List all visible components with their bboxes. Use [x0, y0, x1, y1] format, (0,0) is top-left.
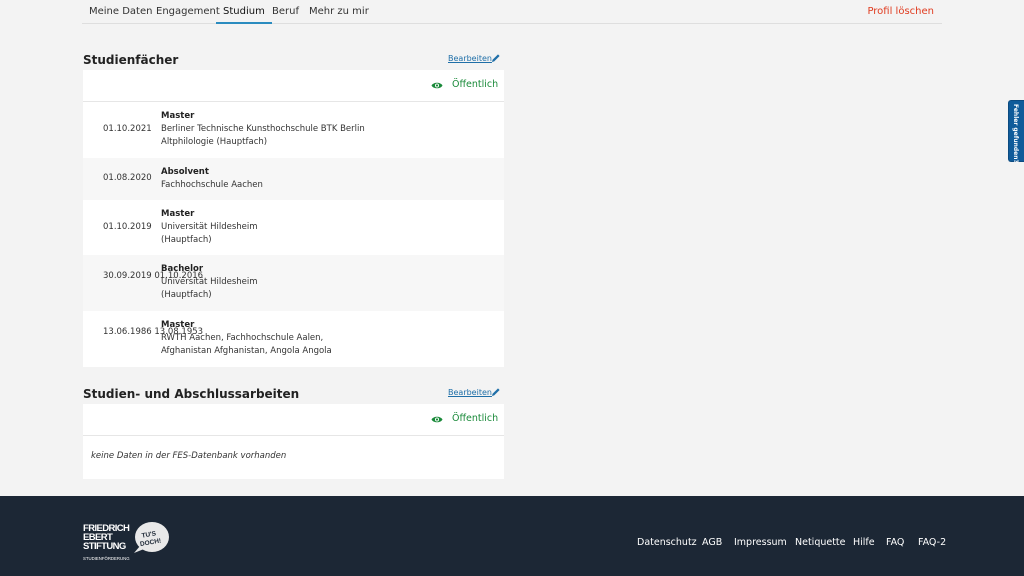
entry-info: Master Berliner Technische Kunsthochschu…: [161, 110, 365, 149]
fes-logo[interactable]: FRIEDRICH EBERT STIFTUNG TU'S DOCH! STUD…: [82, 520, 172, 564]
visibility-label[interactable]: Öffentlich: [452, 79, 498, 90]
entry-info: Master RWTH Aachen, Fachhochschule Aalen…: [161, 319, 332, 358]
entry-line: Fachhochschule Aachen: [161, 180, 263, 190]
entry-info: Absolvent Fachhochschule Aachen: [161, 166, 263, 192]
study-entry: 13.06.1986 13.08.1953 Master RWTH Aachen…: [83, 311, 504, 367]
feedback-tab[interactable]: Fehler gefunden?: [1008, 100, 1024, 164]
footer: FRIEDRICH EBERT STIFTUNG TU'S DOCH! STUD…: [0, 496, 1024, 576]
footer-link-datenschutz[interactable]: Datenschutz: [637, 537, 697, 548]
feedback-tab-label: Fehler gefunden?: [1012, 104, 1019, 164]
entry-dates: 01.10.2021: [103, 123, 152, 136]
entry-info: Master Universität Hildesheim (Hauptfach…: [161, 208, 258, 247]
logo-text-line: STIFTUNG: [83, 541, 126, 552]
eye-icon: [431, 82, 443, 89]
entry-dates: 01.08.2020: [103, 172, 152, 185]
entry-line: RWTH Aachen, Fachhochschule Aalen,: [161, 333, 324, 343]
empty-state-text: keine Daten in der FES-Datenbank vorhand…: [91, 451, 287, 461]
pencil-icon[interactable]: [491, 53, 501, 63]
entry-line: Altphilologie (Hauptfach): [161, 137, 268, 147]
entry-date: 01.10.2019: [103, 222, 152, 232]
entry-degree: Bachelor: [161, 264, 204, 274]
tab-studium[interactable]: Studium: [216, 0, 272, 24]
entry-line: Universität Hildesheim: [161, 222, 258, 232]
study-entry: 30.09.2019 01.10.2016 Bachelor Universit…: [83, 255, 504, 311]
visibility-row: Öffentlich: [83, 70, 504, 102]
studienfaecher-card: Öffentlich 01.10.2021 Master Berliner Te…: [83, 70, 504, 367]
entry-line: (Hauptfach): [161, 290, 212, 300]
abschlussarbeiten-card: Öffentlich keine Daten in der FES-Datenb…: [83, 404, 504, 479]
entry-degree: Master: [161, 320, 195, 330]
pencil-icon[interactable]: [491, 387, 501, 397]
footer-link-faq[interactable]: FAQ: [886, 537, 904, 548]
edit-studienfaecher-link[interactable]: Bearbeiten: [448, 54, 492, 63]
visibility-row: Öffentlich: [83, 404, 504, 436]
study-entry: 01.08.2020 Absolvent Fachhochschule Aach…: [83, 158, 504, 200]
section-title-abschlussarbeiten: Studien- und Abschlussarbeiten: [83, 387, 300, 401]
delete-profile-link[interactable]: Profil löschen: [867, 0, 934, 23]
entry-line: Afghanistan Afghanistan, Angola Angola: [161, 346, 332, 356]
footer-link-agb[interactable]: AGB: [702, 537, 722, 548]
tab-mehr-zu-mir[interactable]: Mehr zu mir: [302, 0, 376, 24]
eye-icon: [431, 416, 443, 423]
tab-meine-daten[interactable]: Meine Daten: [82, 0, 159, 24]
study-entry: 01.10.2021 Master Berliner Technische Ku…: [83, 102, 504, 158]
entry-date: 13.06.1986: [103, 327, 152, 337]
entry-date: 01.08.2020: [103, 173, 152, 183]
entry-line: Universität Hildesheim: [161, 277, 258, 287]
footer-link-impressum[interactable]: Impressum: [734, 537, 787, 548]
logo-subtitle: STUDIENFÖRDERUNG: [83, 556, 130, 561]
entry-degree: Absolvent: [161, 167, 209, 177]
tab-beruf[interactable]: Beruf: [265, 0, 306, 24]
visibility-label[interactable]: Öffentlich: [452, 413, 498, 424]
entry-date: 01.10.2021: [103, 124, 152, 134]
edit-abschlussarbeiten-link[interactable]: Bearbeiten: [448, 388, 492, 397]
footer-link-faq-2[interactable]: FAQ-2: [918, 537, 946, 548]
footer-link-netiquette[interactable]: Netiquette: [795, 537, 846, 548]
entry-line: (Hauptfach): [161, 235, 212, 245]
entry-date: 30.09.2019: [103, 271, 152, 281]
entry-degree: Master: [161, 111, 195, 121]
entry-degree: Master: [161, 209, 195, 219]
section-title-studienfaecher: Studienfächer: [83, 53, 179, 67]
study-entry: 01.10.2019 Master Universität Hildesheim…: [83, 200, 504, 255]
profile-tab-bar: Meine Daten Engagement Studium Beruf Meh…: [82, 0, 942, 24]
footer-link-hilfe[interactable]: Hilfe: [853, 537, 875, 548]
entry-info: Bachelor Universität Hildesheim (Hauptfa…: [161, 263, 258, 302]
entry-line: Berliner Technische Kunsthochschule BTK …: [161, 124, 365, 134]
entry-dates: 01.10.2019: [103, 221, 152, 234]
